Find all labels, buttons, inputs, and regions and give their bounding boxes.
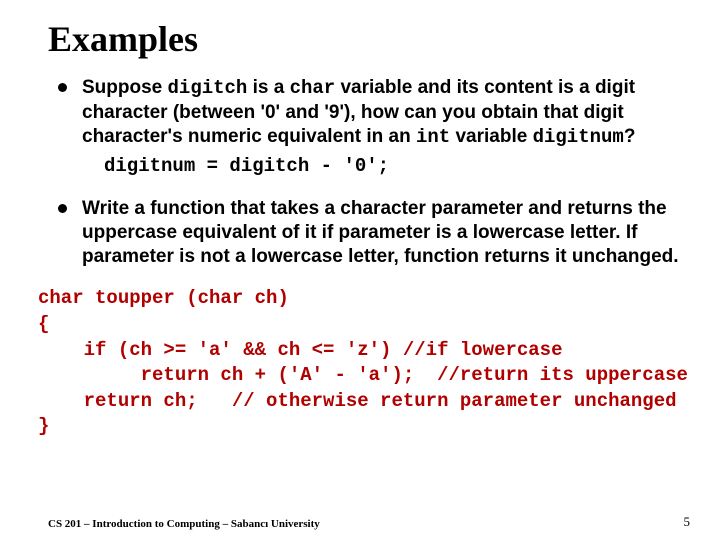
page-number: 5 — [684, 514, 691, 530]
bullet-list: Suppose digitch is a char variable and i… — [48, 76, 690, 268]
code-inline: char — [290, 77, 336, 99]
code-block: char toupper (char ch) { if (ch >= 'a' &… — [38, 286, 690, 440]
text: is a — [247, 77, 289, 98]
bullet-item-1: Suppose digitch is a char variable and i… — [48, 76, 690, 179]
text: Suppose — [82, 77, 168, 98]
slide-title: Examples — [48, 18, 690, 60]
slide: Examples Suppose digitch is a char varia… — [0, 0, 720, 540]
code-inline: digitch — [168, 77, 248, 99]
text: variable — [450, 126, 532, 147]
code-inline: digitnum — [533, 126, 624, 148]
bullet-item-2: Write a function that takes a character … — [48, 197, 690, 268]
footer-text: CS 201 – Introduction to Computing – Sab… — [48, 518, 320, 530]
code-line: digitnum = digitch - '0'; — [104, 155, 690, 179]
text: ? — [624, 126, 636, 147]
text: Write a function that takes a character … — [82, 198, 679, 267]
code-inline: int — [416, 126, 450, 148]
